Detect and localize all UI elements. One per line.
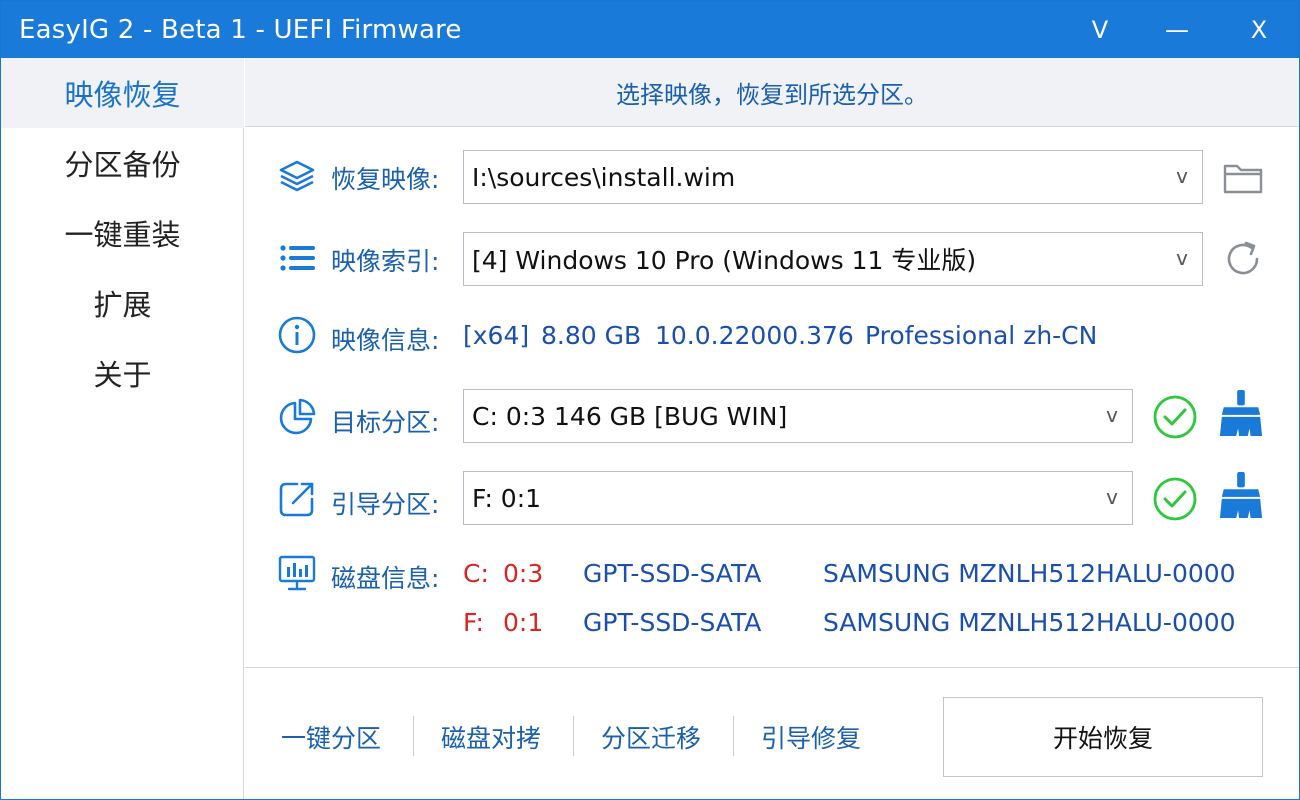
disk-row-2-drive: F: bbox=[463, 608, 484, 637]
link-separator bbox=[413, 716, 414, 756]
app-window: EasyIG 2 - Beta 1 - UEFI Firmware V — X … bbox=[0, 0, 1300, 800]
page-header: 选择映像，恢复到所选分区。 bbox=[245, 58, 1299, 127]
close-button[interactable]: X bbox=[1229, 1, 1289, 58]
one-click-partition-link[interactable]: 一键分区 bbox=[281, 719, 381, 755]
chevron-down-icon: v bbox=[1106, 485, 1118, 509]
target-partition-select[interactable]: C: 0:3 146 GB [BUG WIN] v bbox=[463, 389, 1133, 443]
external-link-icon bbox=[279, 482, 314, 517]
boot-partition-label: 引导分区: bbox=[331, 490, 440, 519]
restore-image-label: 恢复映像: bbox=[331, 165, 440, 194]
image-build: 10.0.22000.376 bbox=[655, 321, 854, 350]
chevron-down-icon: v bbox=[1176, 164, 1188, 188]
disk-row-1-model: SAMSUNG MZNLH512HALU-0000 bbox=[823, 559, 1236, 588]
boot-partition-value: F: 0:1 bbox=[472, 483, 542, 513]
info-icon bbox=[278, 316, 316, 354]
boot-partition-select[interactable]: F: 0:1 v bbox=[463, 471, 1133, 525]
minimize-button[interactable]: — bbox=[1147, 1, 1207, 58]
refresh-button[interactable] bbox=[1220, 236, 1266, 282]
folder-icon bbox=[1223, 164, 1263, 194]
target-partition-value: C: 0:3 146 GB [BUG WIN] bbox=[472, 401, 788, 431]
layers-icon bbox=[279, 160, 315, 192]
window-menu-button[interactable]: V bbox=[1070, 1, 1130, 58]
target-partition-check-button[interactable] bbox=[1152, 394, 1198, 440]
list-icon bbox=[280, 245, 315, 271]
boot-partition-check-button[interactable] bbox=[1152, 476, 1198, 522]
browse-folder-button[interactable] bbox=[1220, 154, 1266, 200]
disk-row-1-drive: C: bbox=[463, 559, 489, 588]
image-index-value: [4] Windows 10 Pro (Windows 11 专业版) bbox=[472, 246, 977, 275]
disk-row-2-type: GPT-SSD-SATA bbox=[583, 608, 762, 637]
title-bar: EasyIG 2 - Beta 1 - UEFI Firmware V — X bbox=[1, 1, 1299, 58]
sidebar-item-one-click-reinstall[interactable]: 一键重装 bbox=[1, 198, 244, 268]
monitor-chart-icon bbox=[278, 555, 316, 591]
pie-chart-icon bbox=[279, 398, 316, 435]
disk-row-2-location: 0:1 bbox=[503, 608, 544, 637]
refresh-icon bbox=[1227, 241, 1259, 275]
image-index-select[interactable]: [4] Windows 10 Pro (Windows 11 专业版) v bbox=[463, 232, 1203, 286]
disk-row-2-model: SAMSUNG MZNLH512HALU-0000 bbox=[823, 608, 1236, 637]
disk-row-1-type: GPT-SSD-SATA bbox=[583, 559, 762, 588]
restore-image-select[interactable]: I:\sources\install.wim v bbox=[463, 150, 1203, 204]
disk-info-label: 磁盘信息: bbox=[331, 564, 440, 593]
image-info-label: 映像信息: bbox=[331, 326, 440, 355]
image-arch: [x64] bbox=[463, 321, 530, 350]
boot-partition-clean-button[interactable] bbox=[1218, 472, 1264, 518]
boot-repair-link[interactable]: 引导修复 bbox=[761, 719, 861, 755]
target-partition-label: 目标分区: bbox=[331, 408, 440, 437]
target-partition-clean-button[interactable] bbox=[1218, 390, 1264, 436]
image-edition: Professional zh-CN bbox=[865, 321, 1098, 350]
footer-divider bbox=[245, 667, 1299, 668]
disk-row-1-location: 0:3 bbox=[503, 559, 544, 588]
image-size: 8.80 GB bbox=[541, 321, 642, 350]
sidebar-item-extensions[interactable]: 扩展 bbox=[1, 268, 244, 338]
broom-icon bbox=[1219, 472, 1263, 518]
sidebar-item-about[interactable]: 关于 bbox=[1, 338, 244, 408]
broom-icon bbox=[1219, 390, 1263, 436]
sidebar: 映像恢复 分区备份 一键重装 扩展 关于 bbox=[1, 58, 244, 799]
chevron-down-icon: v bbox=[1106, 403, 1118, 427]
sidebar-item-partition-backup[interactable]: 分区备份 bbox=[1, 128, 244, 198]
sidebar-item-image-restore[interactable]: 映像恢复 bbox=[1, 58, 244, 128]
window-title: EasyIG 2 - Beta 1 - UEFI Firmware bbox=[19, 15, 462, 45]
image-index-label: 映像索引: bbox=[331, 247, 440, 276]
link-separator bbox=[573, 716, 574, 756]
start-restore-button[interactable]: 开始恢复 bbox=[943, 697, 1263, 777]
link-separator bbox=[733, 716, 734, 756]
chevron-down-icon: v bbox=[1176, 246, 1188, 270]
disk-clone-link[interactable]: 磁盘对拷 bbox=[441, 719, 541, 755]
check-circle-icon bbox=[1153, 395, 1197, 439]
check-circle-icon bbox=[1153, 477, 1197, 521]
partition-migrate-link[interactable]: 分区迁移 bbox=[601, 719, 701, 755]
restore-image-value: I:\sources\install.wim bbox=[472, 162, 736, 192]
